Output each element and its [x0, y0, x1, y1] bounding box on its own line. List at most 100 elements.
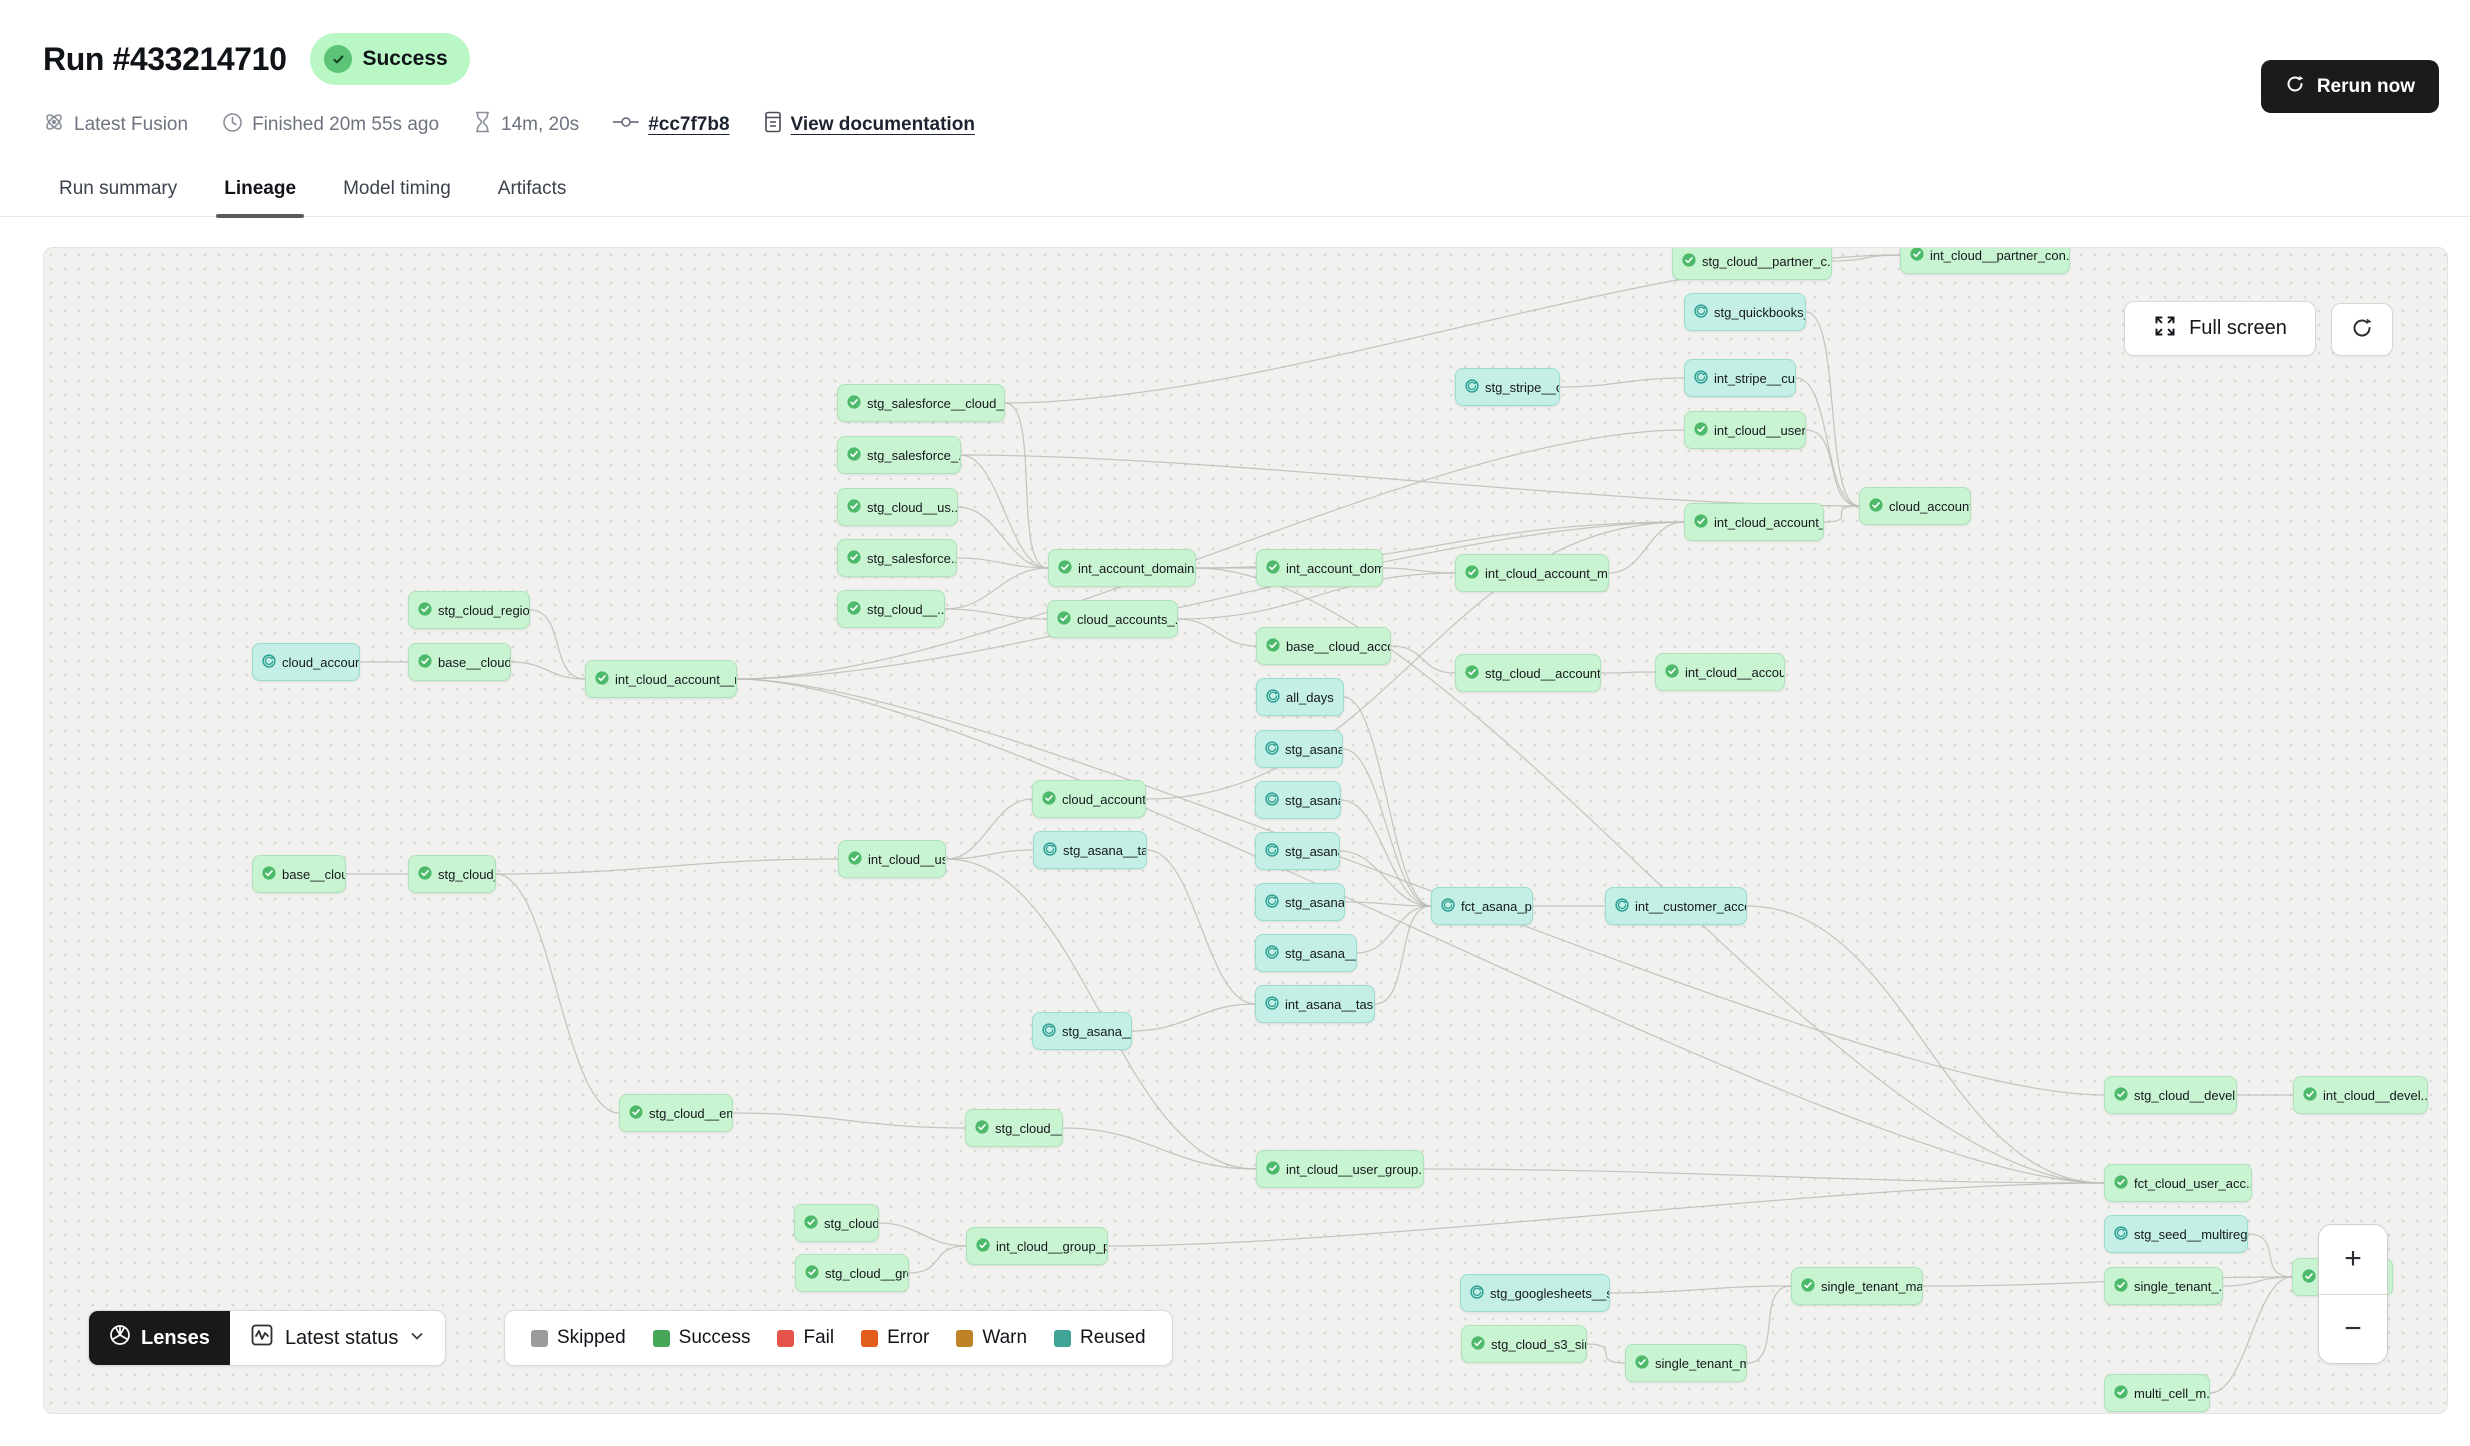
lineage-node[interactable]: stg_quickbooks__a... [1684, 293, 1806, 331]
lineage-node[interactable]: int_cloud__accoun... [1655, 653, 1785, 691]
lineage-node[interactable]: stg_salesforce... [837, 539, 957, 577]
lineage-node[interactable]: single_tenant_mapp... [1791, 1267, 1923, 1305]
lineage-node[interactable]: stg_cloud_s3_singl... [1461, 1325, 1587, 1363]
lineage-node[interactable]: stg_cloud__devel... [2104, 1076, 2237, 1114]
lineage-node[interactable]: single_tenant_... [2104, 1267, 2223, 1305]
lineage-node[interactable]: int_asana__task_s... [1255, 985, 1375, 1023]
lineage-node[interactable]: cloud_account... [1859, 487, 1971, 525]
rerun-now-button[interactable]: Rerun now [2261, 60, 2439, 113]
lineage-node[interactable]: fct_cloud_user_acc... [2104, 1164, 2252, 1202]
node-label: int_cloud__user_ac... [1714, 423, 1806, 438]
success-check-icon [1057, 611, 1077, 628]
lineage-node[interactable]: stg_salesforce__cloud_... [837, 384, 1005, 422]
lineage-node[interactable]: stg_asana_... [1255, 730, 1343, 768]
legend-swatch [861, 1330, 878, 1347]
lineage-node[interactable]: multi_cell_m... [2104, 1374, 2210, 1412]
lineage-node[interactable]: all_days [1256, 678, 1344, 716]
lens-status-dropdown[interactable]: Latest status [230, 1311, 445, 1365]
node-label: stg_asana... [1285, 844, 1340, 859]
lineage-node[interactable]: base__cloud_... [408, 643, 511, 681]
success-check-icon [1471, 1336, 1491, 1353]
node-label: base__cloud_... [438, 655, 511, 670]
node-label: int_account_dom... [1286, 561, 1383, 576]
node-label: stg_cloud__us... [995, 1121, 1063, 1136]
success-check-icon [262, 866, 282, 883]
lineage-node[interactable]: cloud_account... [252, 643, 360, 681]
zoom-out-button[interactable]: − [2319, 1295, 2387, 1364]
lineage-canvas[interactable]: stg_cloud__partner_c... int_cloud__partne… [43, 247, 2448, 1414]
lineage-node[interactable]: int_cloud__group_per... [966, 1227, 1108, 1265]
zoom-in-button[interactable]: + [2319, 1225, 2387, 1295]
success-check-icon [847, 550, 867, 567]
lineage-node[interactable]: int_account_domain... [1048, 549, 1196, 587]
legend-label: Success [679, 1327, 751, 1349]
status-badge: Success [310, 33, 469, 85]
lineage-node[interactable]: fct_asana_proj... [1431, 887, 1533, 925]
node-label: stg_salesforce_... [867, 448, 961, 463]
lineage-node[interactable]: int_cloud_account__m... [585, 660, 737, 698]
node-label: stg_cloud_region... [438, 603, 530, 618]
lineage-node[interactable]: stg_asana_... [1255, 781, 1341, 819]
lineage-node[interactable]: int_cloud__us... [838, 840, 946, 878]
tab-model-timing[interactable]: Model timing [341, 168, 453, 216]
lineage-node[interactable]: int_cloud_account_ma... [1455, 554, 1609, 592]
lineage-node[interactable]: single_tenant_map... [1625, 1344, 1747, 1382]
lineage-node[interactable]: stg_cloud__email... [619, 1094, 733, 1132]
lineage-node[interactable]: int__customer_account... [1605, 887, 1747, 925]
legend-label: Reused [1080, 1327, 1146, 1349]
success-check-icon [418, 654, 438, 671]
reused-icon [1265, 894, 1285, 911]
success-check-icon [595, 671, 615, 688]
lineage-node[interactable]: stg_googlesheets__sin... [1460, 1274, 1610, 1312]
lineage-node[interactable]: stg_cloud__... [837, 590, 945, 628]
lineage-node[interactable]: stg_cloud_... [794, 1204, 879, 1242]
legend-label: Skipped [557, 1327, 626, 1349]
reused-icon [1265, 792, 1285, 809]
lineage-node[interactable]: int_cloud__user_group... [1256, 1150, 1424, 1188]
lineage-node[interactable]: base__clou... [252, 855, 346, 893]
lineage-node[interactable]: stg_asana... [1255, 832, 1340, 870]
meta-item-3[interactable]: #cc7f7b8 [613, 114, 729, 136]
lineage-node[interactable]: cloud_accounts_... [1047, 600, 1178, 638]
node-label: stg_cloud__us... [867, 500, 958, 515]
node-label: stg_cloud__accounts... [1485, 666, 1601, 681]
status-legend: SkippedSuccessFailErrorWarnReused [504, 1310, 1173, 1366]
lineage-node[interactable]: int_cloud__devel... [2293, 1076, 2428, 1114]
refresh-icon [2285, 74, 2305, 100]
lineage-node[interactable]: stg_salesforce_... [837, 436, 961, 474]
tab-lineage[interactable]: Lineage [222, 168, 298, 216]
lineage-node[interactable]: stg_cloud_region... [408, 591, 530, 629]
lineage-node[interactable]: stg_cloud__partner_c... [1672, 247, 1832, 280]
node-label: all_days [1286, 690, 1334, 705]
lineage-node[interactable]: stg_cloud__us... [965, 1109, 1063, 1147]
success-check-icon [2303, 1087, 2323, 1104]
lenses-button[interactable]: Lenses [89, 1311, 230, 1365]
lineage-node[interactable]: int_cloud_account_ma... [1684, 503, 1824, 541]
lineage-node[interactable]: base__cloud_acco... [1256, 627, 1391, 665]
lineage-node[interactable]: int_account_dom... [1256, 549, 1383, 587]
canvas-refresh-button[interactable] [2331, 303, 2393, 356]
lineage-node[interactable]: stg_seed__multireg... [2104, 1215, 2248, 1253]
lineage-node[interactable]: cloud_account_... [1032, 780, 1146, 818]
node-label: int_cloud__user_group... [1286, 1162, 1424, 1177]
lineage-node[interactable]: stg_cloud__us... [837, 488, 958, 526]
lineage-node[interactable]: stg_stripe__c... [1455, 368, 1560, 406]
lineage-node[interactable]: stg_cloud__group... [795, 1254, 909, 1292]
lineage-node[interactable]: int_cloud__user_ac... [1684, 411, 1806, 449]
success-check-icon [804, 1215, 824, 1232]
tab-artifacts[interactable]: Artifacts [496, 168, 569, 216]
success-check-icon [847, 447, 867, 464]
lineage-node[interactable]: stg_asana__... [1032, 1012, 1132, 1050]
fullscreen-button[interactable]: Full screen [2124, 301, 2316, 356]
tab-run-summary[interactable]: Run summary [57, 168, 179, 216]
lineage-node[interactable]: int_stripe__custo... [1684, 359, 1796, 397]
lineage-node[interactable]: stg_asana__pr... [1255, 934, 1357, 972]
node-label: cloud_account... [1889, 499, 1971, 514]
lineage-node[interactable]: stg_cloud__... [408, 855, 496, 893]
lineage-node[interactable]: int_cloud__partner_con... [1900, 247, 2070, 274]
lineage-node[interactable]: stg_asana__tas... [1033, 831, 1147, 869]
meta-item-1: Finished 20m 55s ago [222, 112, 439, 139]
lineage-node[interactable]: stg_cloud__accounts... [1455, 654, 1601, 692]
meta-item-4[interactable]: View documentation [764, 111, 975, 139]
lineage-node[interactable]: stg_asana__... [1255, 883, 1345, 921]
